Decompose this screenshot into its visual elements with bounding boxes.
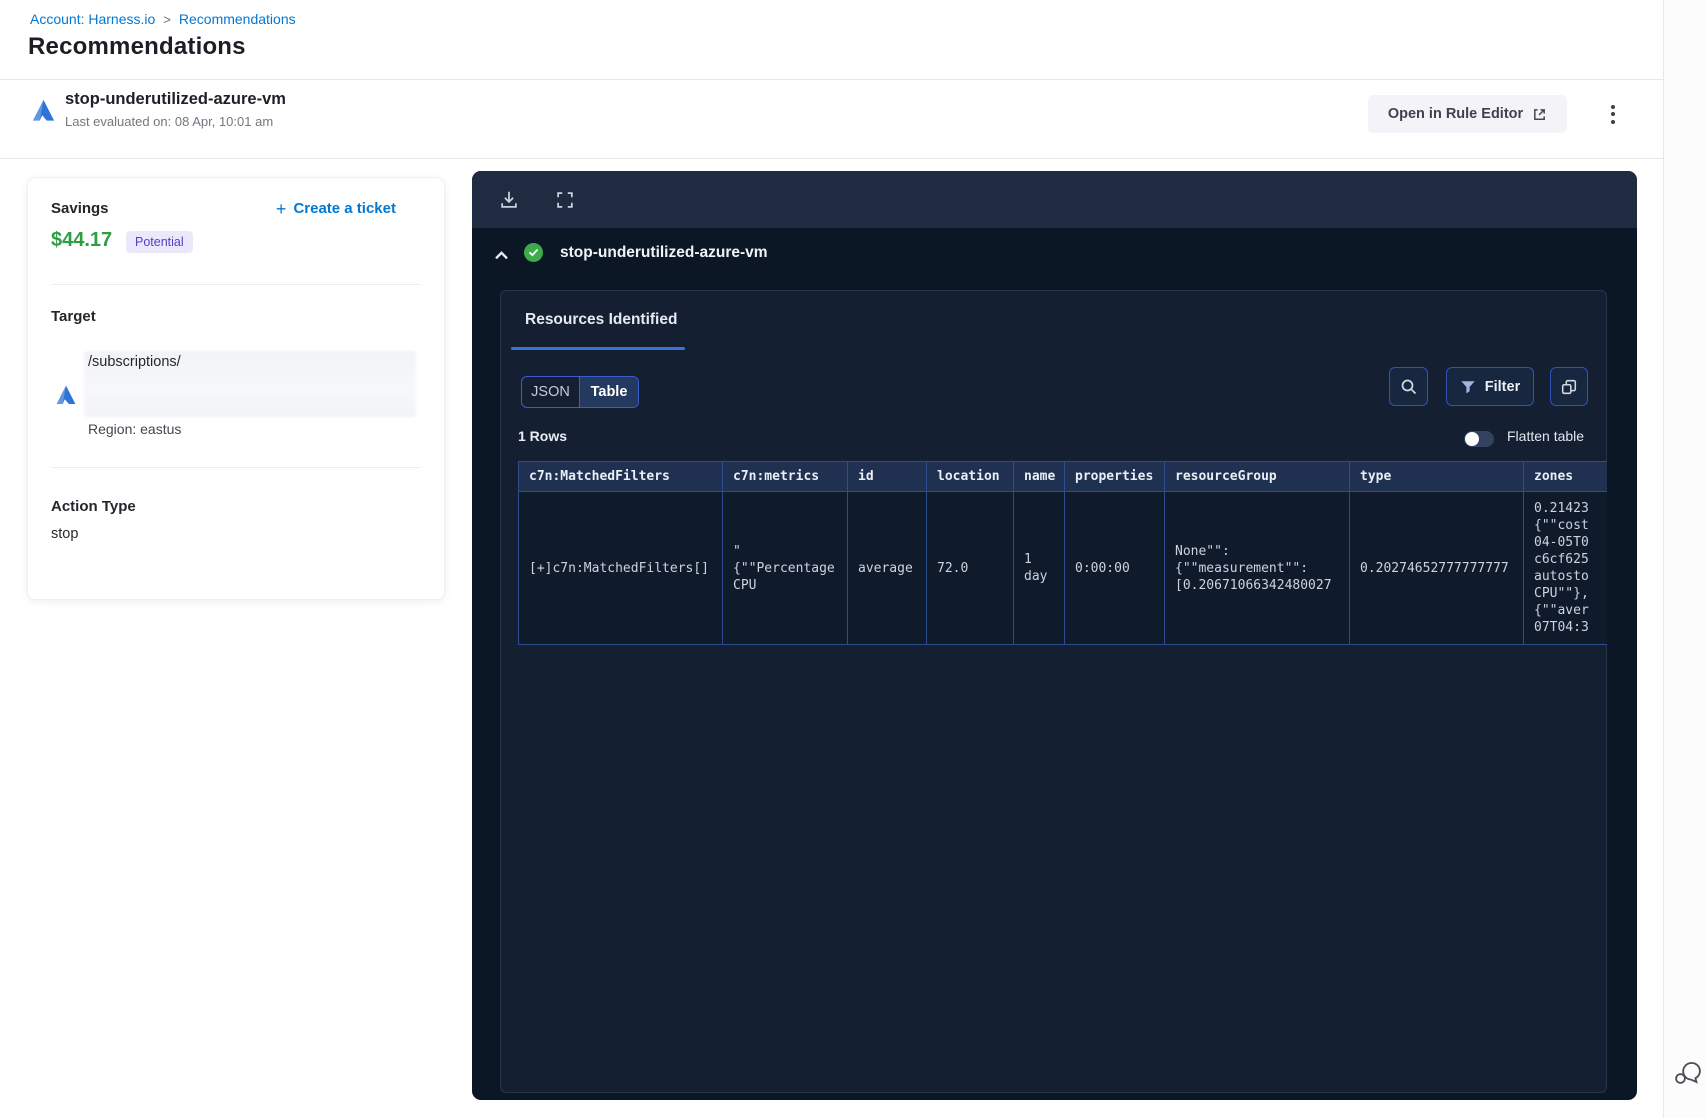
col-header-resource-group[interactable]: resourceGroup: [1164, 461, 1350, 492]
fullscreen-icon[interactable]: [554, 189, 576, 211]
copy-icon: [1561, 379, 1577, 394]
target-region: Region: eastus: [88, 421, 182, 437]
breadcrumb-account-link[interactable]: Account: Harness.io: [30, 11, 155, 27]
col-header-type[interactable]: type: [1349, 461, 1524, 492]
col-header-zones[interactable]: zones: [1523, 461, 1607, 492]
filter-label: Filter: [1484, 378, 1521, 395]
action-type-value: stop: [51, 526, 79, 542]
recommendation-title: stop-underutilized-azure-vm: [65, 90, 286, 108]
table-header-row: c7n:MatchedFilters c7n:metrics id locati…: [518, 461, 1607, 492]
col-header-location[interactable]: location: [926, 461, 1014, 492]
resources-table-wrap: c7n:MatchedFilters c7n:metrics id locati…: [518, 461, 1607, 645]
azure-icon: [56, 385, 76, 404]
cell-metrics: " {""Percentage CPU: [722, 491, 848, 645]
recommendation-last-evaluated: Last evaluated on: 08 Apr, 10:01 am: [65, 114, 274, 129]
search-button[interactable]: [1389, 367, 1428, 406]
open-in-rule-editor-button[interactable]: Open in Rule Editor: [1368, 95, 1567, 133]
tab-resources-identified[interactable]: Resources Identified: [525, 311, 677, 329]
cell-zones: 0.21423 {""cost 04-05T0 c6cf625 autosto …: [1523, 491, 1607, 645]
plus-icon: +: [275, 198, 287, 219]
header-bottom-divider: [0, 158, 1663, 159]
copy-button[interactable]: [1550, 367, 1588, 406]
page: Account: Harness.io > Recommendations Re…: [0, 0, 1706, 1118]
col-header-name[interactable]: name: [1013, 461, 1065, 492]
savings-label: Savings: [51, 200, 109, 217]
open-in-rule-editor-label: Open in Rule Editor: [1387, 106, 1524, 122]
resources-table: c7n:MatchedFilters c7n:metrics id locati…: [518, 461, 1607, 645]
view-mode-toggle: JSON Table: [521, 376, 639, 408]
breadcrumb: Account: Harness.io > Recommendations: [30, 11, 296, 27]
flatten-table-label: Flatten table: [1507, 428, 1585, 444]
rows-count: 1 Rows: [518, 428, 568, 444]
cell-matched-filters-expand[interactable]: [+]c7n:MatchedFilters[]: [518, 491, 723, 645]
savings-card: Savings + Create a ticket $44.17 Potenti…: [27, 177, 445, 600]
cell-properties: 0:00:00: [1064, 491, 1165, 645]
table-row: [+]c7n:MatchedFilters[] " {""Percentage …: [518, 491, 1607, 645]
breadcrumb-separator: >: [163, 11, 171, 27]
col-header-properties[interactable]: properties: [1064, 461, 1165, 492]
create-ticket-button[interactable]: + Create a ticket: [275, 198, 396, 219]
filter-button[interactable]: Filter: [1446, 367, 1534, 406]
cell-resource-group: None"": {""measurement"": [0.20671066342…: [1164, 491, 1350, 645]
azure-icon: [32, 99, 55, 121]
search-icon: [1401, 379, 1416, 394]
view-toggle-table[interactable]: Table: [580, 377, 638, 407]
panel-toolbar: [472, 171, 1637, 228]
target-label: Target: [51, 308, 96, 325]
chat-bubble-icon[interactable]: [1670, 1056, 1702, 1088]
right-help-rail: [1663, 0, 1706, 1118]
panel-title-row: stop-underutilized-azure-vm: [472, 228, 1637, 290]
panel-rule-title: stop-underutilized-azure-vm: [560, 244, 768, 261]
cell-type: 0.20274652777777777: [1349, 491, 1524, 645]
external-link-icon: [1534, 108, 1546, 120]
chevron-up-icon[interactable]: [494, 248, 509, 263]
check-circle-icon: [524, 243, 543, 262]
cell-name: 1 day: [1013, 491, 1065, 645]
action-type-label: Action Type: [51, 498, 136, 515]
filter-funnel-icon: [1461, 380, 1475, 393]
col-header-matched-filters[interactable]: c7n:MatchedFilters: [518, 461, 723, 492]
cell-location: 72.0: [926, 491, 1014, 645]
create-ticket-label: Create a ticket: [293, 200, 396, 217]
view-toggle-json[interactable]: JSON: [522, 377, 580, 407]
col-header-id[interactable]: id: [847, 461, 927, 492]
breadcrumb-recommendations-link[interactable]: Recommendations: [179, 11, 296, 27]
col-header-metrics[interactable]: c7n:metrics: [722, 461, 848, 492]
toggle-knob: [1465, 432, 1479, 446]
page-title: Recommendations: [28, 33, 246, 60]
active-tab-underline: [511, 347, 685, 350]
kebab-menu-icon[interactable]: [1601, 95, 1625, 133]
recommendation-header: stop-underutilized-azure-vm Last evaluat…: [0, 80, 1663, 158]
resources-card: Resources Identified JSON Table Filter 1…: [500, 290, 1607, 1093]
flatten-table-toggle[interactable]: [1464, 431, 1494, 447]
results-panel: stop-underutilized-azure-vm Resources Id…: [472, 171, 1637, 1100]
target-subscription-path: /subscriptions/: [88, 354, 181, 370]
savings-amount: $44.17: [51, 229, 113, 251]
potential-badge: Potential: [126, 231, 193, 253]
cell-id: average: [847, 491, 927, 645]
download-icon[interactable]: [498, 189, 520, 211]
card-divider: [51, 467, 421, 468]
card-divider: [51, 284, 421, 285]
